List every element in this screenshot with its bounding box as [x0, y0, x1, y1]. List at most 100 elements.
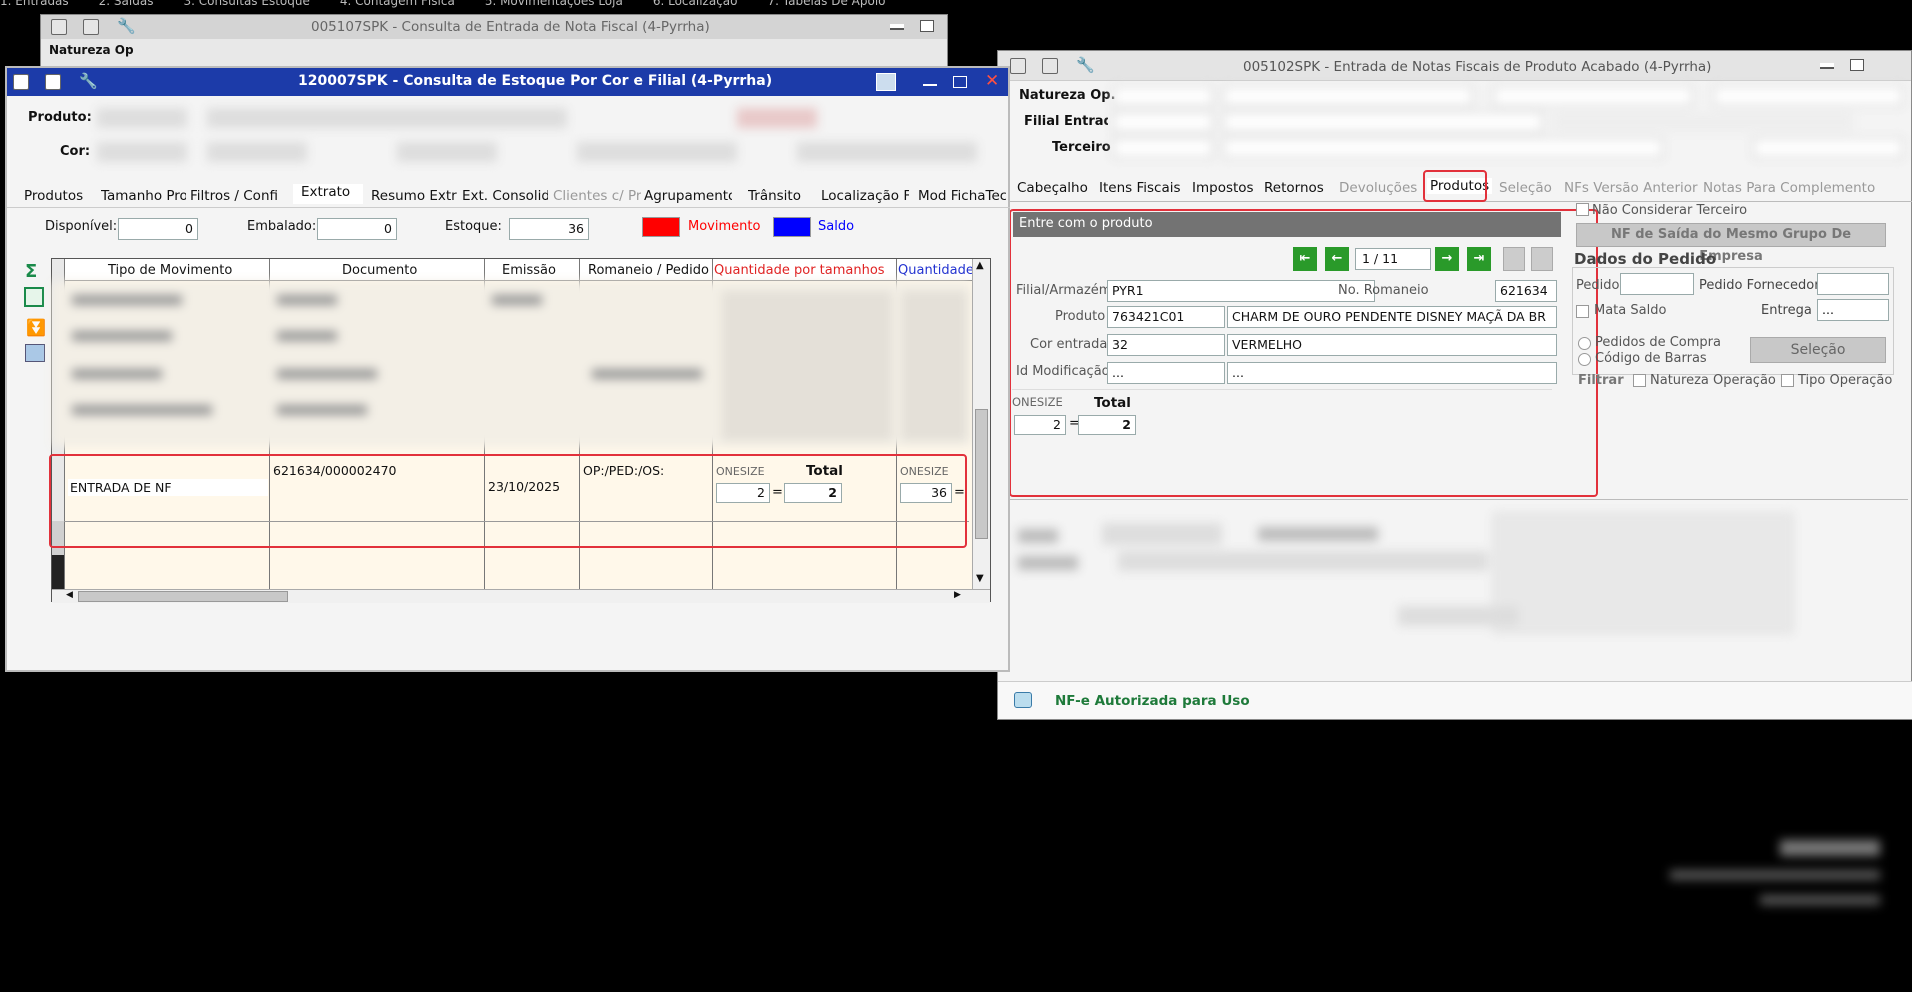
top-menu-item[interactable]: 7. Tabelas De Apoio: [768, 0, 886, 8]
window-menu-icon[interactable]: [1010, 58, 1026, 74]
tipo-operacao-checkbox[interactable]: [1781, 374, 1794, 387]
back-window-title: 005107SPK - Consulta de Entrada de Nota …: [311, 19, 710, 35]
top-menu-item[interactable]: 5. Movimentações Loja: [485, 0, 623, 8]
stock-tabbar: Produtos Tamanho Prod Filtros / Config E…: [7, 182, 1010, 208]
wrench-icon[interactable]: 🔧: [117, 17, 136, 35]
col-documento[interactable]: Documento: [342, 263, 417, 278]
movimento-legend-swatch: [642, 217, 680, 237]
top-menu-item[interactable]: 4. Contagem Física: [340, 0, 455, 8]
row-indicator: [52, 555, 64, 589]
tab-transito[interactable]: Trânsito: [748, 188, 808, 204]
pedido-field[interactable]: [1620, 273, 1694, 295]
window-menu-icon[interactable]: [51, 19, 67, 35]
col-emissao[interactable]: Emissão: [502, 263, 556, 278]
tab-localizacao-fis[interactable]: Localização Fis: [821, 188, 909, 204]
tab-ext-consolidado[interactable]: Ext. Consolidado: [462, 188, 548, 204]
tab-nfs-versao-anterior[interactable]: NFs Versão Anterior: [1564, 180, 1698, 196]
tab-cabecalho[interactable]: Cabeçalho: [1017, 180, 1088, 196]
maximize-button[interactable]: [953, 76, 967, 88]
tab-impostos[interactable]: Impostos: [1192, 180, 1254, 196]
tab-selecao[interactable]: Seleção: [1499, 180, 1552, 196]
pedidos-compra-radio[interactable]: [1578, 337, 1591, 350]
tab-mod-fichatec[interactable]: Mod FichaTec: [918, 188, 1006, 204]
back-window: 🔧 005107SPK - Consulta de Entrada de Not…: [40, 14, 948, 74]
codigo-barras-label: Código de Barras: [1595, 351, 1707, 366]
col-tipo-movimento[interactable]: Tipo de Movimento: [108, 263, 232, 278]
back-window-row: Natureza Op: [41, 39, 947, 59]
minimize-button[interactable]: [923, 80, 937, 86]
top-menu-item[interactable]: 2. Saídas: [99, 0, 154, 8]
stack-icon[interactable]: [1042, 58, 1058, 74]
selecao-button[interactable]: Seleção: [1750, 337, 1886, 363]
nao-considerar-label: Não Considerar Terceiro: [1592, 203, 1748, 218]
version-info: [1650, 840, 1880, 920]
stock-header-fields: [97, 104, 997, 164]
scroll-down-arrow[interactable]: ▼: [976, 573, 984, 584]
maximize-button[interactable]: [1850, 59, 1864, 71]
tab-notas-complemento[interactable]: Notas Para Complemento: [1703, 180, 1875, 196]
col-quantidade[interactable]: Quantidade: [898, 263, 972, 278]
top-menu-item[interactable]: 6. Localização: [653, 0, 738, 8]
window-menu-icon[interactable]: [13, 74, 29, 90]
wrench-icon[interactable]: 🔧: [79, 72, 98, 90]
wrench-icon[interactable]: 🔧: [1076, 56, 1095, 74]
divider: [1008, 499, 1908, 500]
scroll-up-arrow[interactable]: ▲: [976, 260, 984, 271]
scroll-left-arrow[interactable]: ◀: [66, 590, 73, 600]
tab-extrato[interactable]: Extrato: [293, 184, 363, 204]
image-icon[interactable]: [876, 73, 896, 91]
minimize-button[interactable]: [890, 24, 904, 30]
top-menu-item[interactable]: 3. Consultas Estoque: [183, 0, 309, 8]
tab-produtos[interactable]: Produtos: [24, 188, 104, 204]
close-icon[interactable]: ✕: [985, 71, 999, 91]
pedido-fornecedor-label: Pedido Fornecedor: [1699, 278, 1820, 293]
nf-header-fields: [1113, 86, 1908, 166]
nf-saida-button[interactable]: NF de Saída do Mesmo Grupo De Empresa: [1576, 223, 1886, 264]
tab-filtros-config[interactable]: Filtros / Config: [190, 188, 278, 204]
sum-icon[interactable]: Σ: [25, 261, 37, 282]
collapse-down-icon[interactable]: ⏬: [26, 318, 46, 337]
terceiro-label: Terceiro: [1052, 140, 1111, 155]
pedidos-compra-label: Pedidos de Compra: [1595, 335, 1721, 350]
nao-considerar-checkbox[interactable]: [1576, 203, 1589, 216]
scroll-thumb[interactable]: [975, 409, 988, 539]
tab-retornos[interactable]: Retornos: [1264, 180, 1324, 196]
tab-devolucoes[interactable]: Devoluções: [1339, 180, 1417, 196]
horizontal-scrollbar[interactable]: ◀ ▶: [52, 589, 990, 603]
nf-entry-window: 🔧 005102SPK - Entrada de Notas Fiscais d…: [997, 50, 1912, 720]
natureza-operacao-checkbox[interactable]: [1633, 374, 1646, 387]
top-menu-item[interactable]: 1. Entradas: [0, 0, 69, 8]
tab-agrupamentos[interactable]: Agrupamentos: [644, 188, 732, 204]
codigo-barras-radio[interactable]: [1578, 353, 1591, 366]
tab-itens-fiscais[interactable]: Itens Fiscais: [1099, 180, 1181, 196]
scroll-right-arrow[interactable]: ▶: [954, 590, 961, 600]
pedido-label: Pedido: [1576, 278, 1620, 293]
embalado-label: Embalado:: [247, 219, 317, 234]
col-quantidade-tamanhos[interactable]: Quantidade por tamanhos: [714, 263, 894, 278]
stack-icon[interactable]: [45, 74, 61, 90]
movimento-legend-label: Movimento: [688, 219, 761, 234]
natureza-label: Natureza Op.: [1019, 88, 1116, 103]
minimize-button[interactable]: [1820, 63, 1834, 69]
tab-resumo-extrato[interactable]: Resumo Extrato: [371, 188, 457, 204]
h-scroll-thumb[interactable]: [78, 591, 288, 602]
mata-saldo-checkbox[interactable]: [1576, 305, 1589, 318]
export-icon[interactable]: [24, 287, 44, 307]
stack-icon[interactable]: [83, 19, 99, 35]
entrega-field[interactable]: ...: [1817, 299, 1889, 321]
tab-clientes-prod[interactable]: Clientes c/ Prod: [553, 188, 641, 204]
tab-tamanho-prod[interactable]: Tamanho Prod: [101, 188, 186, 204]
picture-icon[interactable]: [25, 344, 45, 362]
filtrar-label: Filtrar: [1578, 373, 1624, 388]
saldo-legend-label: Saldo: [818, 219, 855, 234]
nf-lower-fields: [1018, 511, 1898, 671]
top-menu-bar: 1. Entradas 2. Saídas 3. Consultas Estoque…: [0, 0, 1912, 10]
vertical-scrollbar[interactable]: ▲ ▼: [972, 259, 990, 589]
disponivel-label: Disponível:: [45, 219, 118, 234]
maximize-button[interactable]: [920, 20, 934, 32]
col-romaneio-pedido[interactable]: Romaneio / Pedido: [588, 263, 709, 278]
nfe-status-icon: [1014, 692, 1032, 708]
natureza-label: Natureza Op: [49, 43, 134, 57]
filial-entrada-label: Filial Entrada: [1024, 114, 1108, 129]
pedido-fornecedor-field[interactable]: [1817, 273, 1889, 295]
